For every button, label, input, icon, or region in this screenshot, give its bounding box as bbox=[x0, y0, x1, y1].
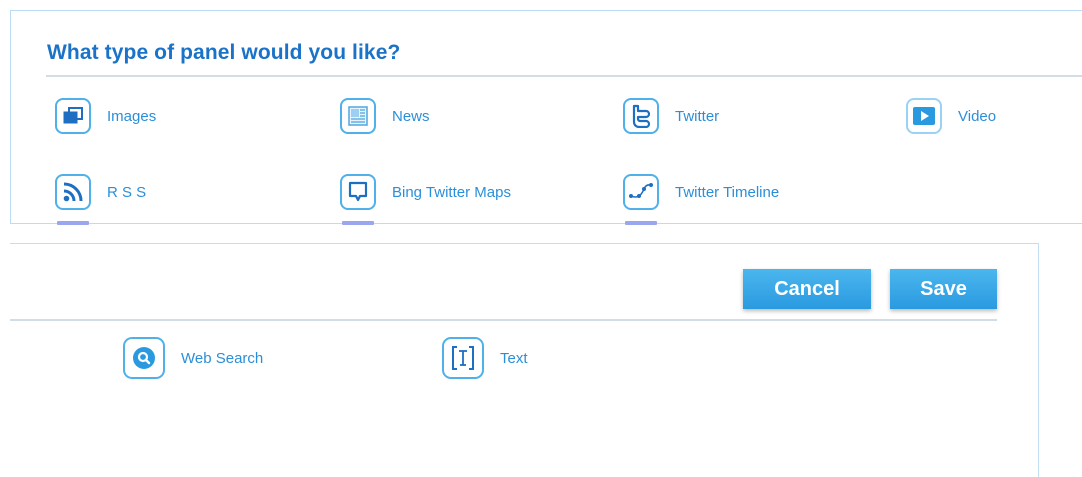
title-divider bbox=[46, 75, 1082, 77]
panel-option-bing-twitter-maps[interactable]: Bing Twitter Maps bbox=[340, 174, 511, 210]
panel-option-twitter-timeline[interactable]: Twitter Timeline bbox=[623, 174, 779, 210]
panel-option-label: Twitter bbox=[675, 107, 720, 125]
panel-option-web-search[interactable]: Web Search bbox=[123, 337, 263, 379]
search-icon bbox=[123, 337, 165, 379]
save-button[interactable]: Save bbox=[890, 269, 997, 309]
panel-option-images[interactable]: Images bbox=[55, 98, 156, 134]
panel-option-label: R S S bbox=[107, 183, 147, 201]
news-icon bbox=[340, 98, 376, 134]
panel-option-label: Web Search bbox=[181, 349, 264, 367]
tab-indicator bbox=[57, 221, 89, 225]
panel-option-label: Video bbox=[958, 107, 997, 125]
tab-indicator bbox=[342, 221, 374, 225]
twitter-icon bbox=[623, 98, 659, 134]
panel-option-label: Images bbox=[107, 107, 157, 125]
dialog-title: What type of panel would you like? bbox=[47, 41, 401, 64]
text-icon bbox=[442, 337, 484, 379]
tab-indicator bbox=[625, 221, 657, 225]
panel-option-twitter[interactable]: Twitter bbox=[623, 98, 719, 134]
panel-option-video[interactable]: Video bbox=[906, 98, 996, 134]
images-icon bbox=[55, 98, 91, 134]
rss-icon bbox=[55, 174, 91, 210]
panel-type-chooser: What type of panel would you like? Image… bbox=[10, 10, 1082, 225]
panel-option-news[interactable]: News bbox=[340, 98, 430, 134]
panel-option-label: Bing Twitter Maps bbox=[392, 183, 511, 201]
panel-option-label: Text bbox=[500, 349, 528, 367]
timeline-icon bbox=[623, 174, 659, 210]
map-pin-icon bbox=[340, 174, 376, 210]
panel-option-label: Twitter Timeline bbox=[675, 183, 780, 201]
panel-option-rss[interactable]: R S S bbox=[55, 174, 146, 210]
panel-option-text[interactable]: Text bbox=[442, 337, 528, 379]
panel-option-label: News bbox=[392, 107, 430, 125]
actions-divider bbox=[10, 319, 997, 321]
panel-actions-area: Cancel Save Web Search Text bbox=[10, 243, 1039, 477]
cancel-button[interactable]: Cancel bbox=[743, 269, 871, 309]
panel-type-dialog: What type of panel would you like? Image… bbox=[0, 0, 1082, 477]
video-icon bbox=[906, 98, 942, 134]
